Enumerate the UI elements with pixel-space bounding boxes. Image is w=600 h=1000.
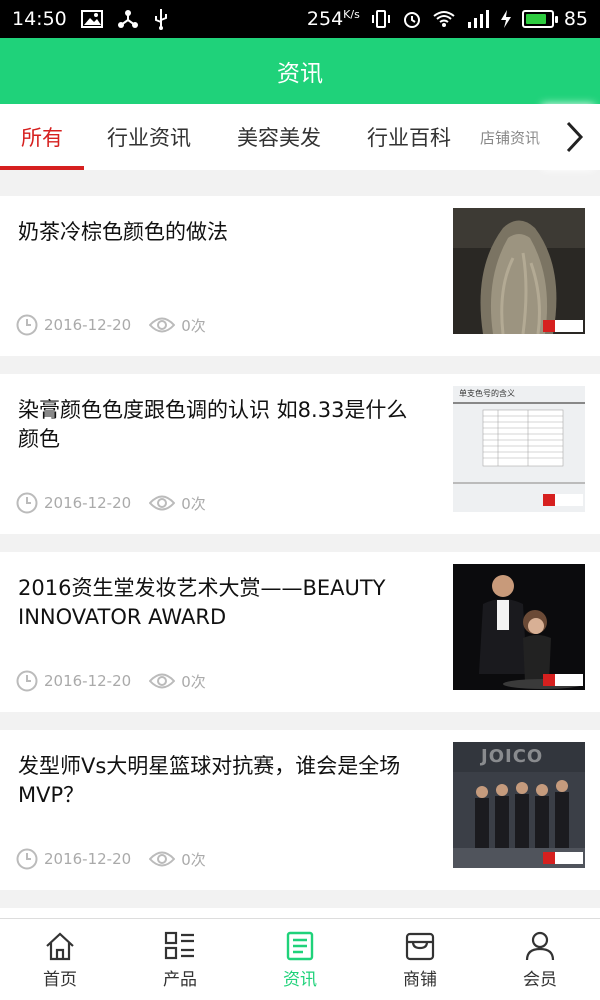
tab-beauty-hair[interactable]: 美容美发 [214,104,344,170]
stage-photo [453,564,585,690]
article-item[interactable]: 奶茶冷棕色颜色的做法 2016-12-20 0次 [0,196,600,356]
article-date: 2016-12-20 [44,850,132,868]
alarm-icon [402,9,422,29]
article-title: 染膏颜色色度跟色调的认识 如8.33是什么颜色 [18,398,408,451]
article-title: 2016资生堂发妆艺术大赏——BEAUTY INNOVATOR AWARD [18,576,386,629]
nav-label: 首页 [43,969,77,990]
article-title: 发型师Vs大明星篮球对抗赛，谁会是全场MVP？ [18,754,401,807]
tab-industry-news[interactable]: 行业资讯 [84,104,214,170]
tab-label: 行业百科 [367,126,451,150]
tab-all[interactable]: 所有 [0,104,84,170]
status-time: 14:50 [12,8,67,30]
nav-label: 资讯 [283,969,317,990]
charging-icon [500,10,512,28]
article-date: 2016-12-20 [44,494,132,512]
nav-news[interactable]: 资讯 [240,919,360,1000]
article-meta: 2016-12-20 0次 [16,314,224,336]
user-icon [525,931,555,960]
tab-label: 美容美发 [237,126,321,150]
nav-products[interactable]: 产品 [120,919,240,1000]
battery-percent: 85 [563,8,588,30]
article-meta: 2016-12-20 0次 [16,492,224,514]
nav-label: 商铺 [403,969,437,990]
store-icon [405,932,435,960]
chevron-right-icon [566,121,584,153]
nav-member[interactable]: 会员 [480,919,600,1000]
list-icon [164,931,194,959]
share-icon [117,9,139,29]
nav-label: 产品 [163,969,197,990]
article-meta: 2016-12-20 0次 [16,848,224,870]
clock-icon [16,670,38,692]
article-views: 0次 [181,494,206,513]
eye-icon [149,851,176,867]
signal-icon [466,10,490,28]
tab-store-news[interactable]: 店铺资讯 [474,104,546,170]
eye-icon [149,673,176,689]
nav-stores[interactable]: 商铺 [360,919,480,1000]
color-chart-photo: 单支色号的含义 [453,386,585,512]
clock-icon [16,314,38,336]
team-photo: JOICO [453,742,585,868]
tabs-more-button[interactable] [548,104,600,170]
article-date: 2016-12-20 [44,672,132,690]
article-title: 奶茶冷棕色颜色的做法 [18,220,228,244]
clock-icon [16,492,38,514]
article-views: 0次 [181,672,206,691]
article-item[interactable]: 2016资生堂发妆艺术大赏——BEAUTY INNOVATOR AWARD 20… [0,552,600,712]
battery-icon [521,10,558,28]
category-tabs: 所有 行业资讯 美容美发 行业百科 店铺资讯 [0,104,600,170]
app-header: 资讯 [0,38,600,104]
clock-icon [16,848,38,870]
news-icon [286,931,314,960]
tab-label: 所有 [21,126,63,150]
image-icon [80,10,103,28]
hair-photo [453,208,585,334]
nav-label: 会员 [523,969,557,990]
nav-home[interactable]: 首页 [0,919,120,1000]
network-speed: 254K/s [306,8,360,30]
usb-icon [153,8,169,30]
home-icon [46,932,74,960]
tab-label: 店铺资讯 [479,128,540,147]
article-views: 0次 [181,316,206,335]
article-date: 2016-12-20 [44,316,132,334]
article-item[interactable]: 发型师Vs大明星篮球对抗赛，谁会是全场MVP？ 2016-12-20 0次 JO… [0,730,600,890]
article-item[interactable]: 染膏颜色色度跟色调的认识 如8.33是什么颜色 2016-12-20 0次 单支… [0,374,600,534]
vibrate-icon [370,9,392,29]
article-views: 0次 [181,850,206,869]
eye-icon [149,495,176,511]
bottom-nav: 首页 产品 资讯 商铺 会员 [0,918,600,1000]
eye-icon [149,317,176,333]
page-title: 资讯 [277,61,323,87]
status-bar: 14:50 254K/s 85 [0,0,600,38]
thumb-heading: 单支色号的含义 [459,389,515,398]
tab-label: 行业资讯 [107,126,191,150]
tab-industry-wiki[interactable]: 行业百科 [344,104,474,170]
battery-fill [525,14,547,24]
article-meta: 2016-12-20 0次 [16,670,224,692]
wifi-icon [432,10,456,28]
